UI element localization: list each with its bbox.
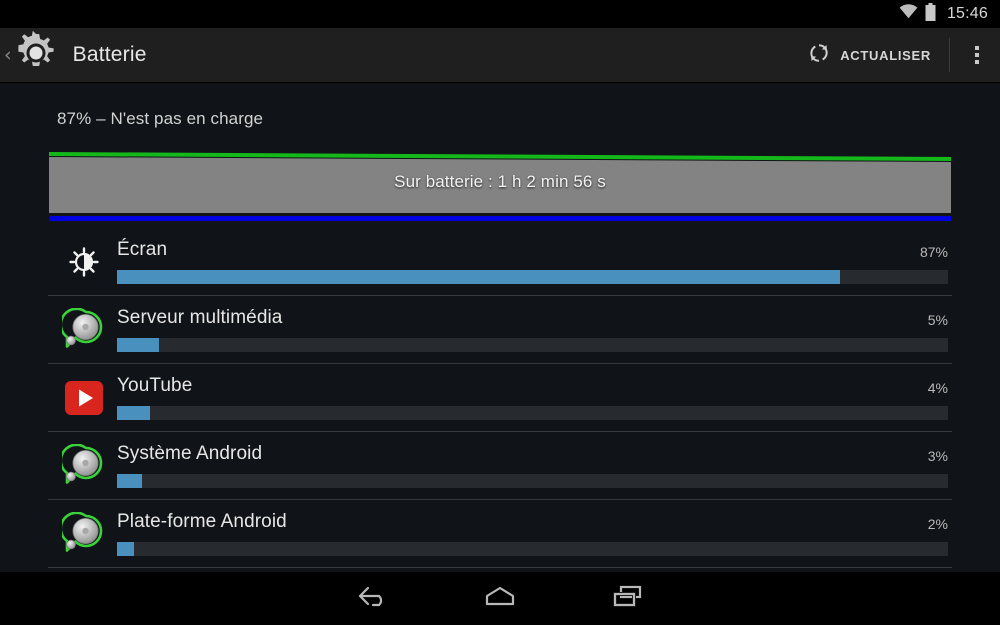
home-nav-icon <box>480 583 520 614</box>
overflow-dot <box>975 46 979 50</box>
battery-content: 87% – N'est pas en charge Sur batterie :… <box>0 84 1000 572</box>
page-title: Batterie <box>72 43 147 66</box>
overflow-menu-button[interactable] <box>954 28 1000 83</box>
youtube-icon <box>60 374 108 422</box>
usage-percent: 3% <box>927 448 948 464</box>
settings-gear-icon <box>13 30 59 81</box>
usage-bar-fill <box>117 542 134 556</box>
usage-bar-fill <box>117 406 151 420</box>
usage-percent: 2% <box>927 516 948 532</box>
home-nav-button[interactable] <box>436 572 564 625</box>
usage-percent: 87% <box>919 244 948 260</box>
usage-bar-fill <box>117 474 142 488</box>
battery-usage-list: Écran 87% Serveur multimédia 5% YouTube … <box>0 228 1000 568</box>
refresh-button[interactable]: ACTUALISER <box>793 28 945 83</box>
list-item[interactable]: Serveur multimédia 5% <box>0 296 1000 364</box>
status-bar: 15:46 <box>0 0 1000 28</box>
brightness-icon <box>60 238 108 286</box>
app-name: Écran <box>117 239 168 260</box>
up-navigation-button[interactable]: ‹ Batterie <box>0 28 147 83</box>
android-system-icon <box>60 442 108 490</box>
usage-bar-fill <box>117 270 840 284</box>
app-name: Système Android <box>117 443 263 464</box>
usage-bar-fill <box>117 338 159 352</box>
refresh-label: ACTUALISER <box>840 47 931 63</box>
battery-icon <box>925 2 936 26</box>
status-bar-clock: 15:46 <box>946 5 988 22</box>
list-item[interactable]: Système Android 3% <box>0 432 1000 500</box>
action-bar: ‹ Batterie ACTUALISER <box>0 28 1000 83</box>
recents-nav-button[interactable] <box>564 572 692 625</box>
list-item[interactable]: Écran 87% <box>0 228 1000 296</box>
app-name: YouTube <box>117 375 193 396</box>
usage-percent: 4% <box>927 380 948 396</box>
usage-bar-track <box>117 474 948 488</box>
refresh-icon <box>807 41 831 70</box>
android-tablet-screen: 15:46 ‹ Batterie ACTUALISER 87% – N'est … <box>0 0 1000 625</box>
app-name: Plate-forme Android <box>117 511 287 532</box>
status-bar-icons: 15:46 <box>899 2 988 26</box>
charge-status-text: 87% – N'est pas en charge <box>57 109 264 128</box>
action-bar-divider <box>949 38 950 72</box>
list-item[interactable]: Plate-forme Android 2% <box>0 500 1000 568</box>
back-chevron-icon: ‹ <box>4 43 12 66</box>
usage-percent: 5% <box>927 312 948 328</box>
navigation-bar <box>0 572 1000 625</box>
overflow-dot <box>975 60 979 64</box>
row-divider <box>48 567 952 568</box>
overflow-dot <box>975 53 979 57</box>
recents-nav-icon <box>608 583 648 614</box>
battery-history-graph[interactable]: Sur batterie : 1 h 2 min 56 s <box>49 150 951 222</box>
android-system-icon <box>60 306 108 354</box>
usage-bar-track <box>117 406 948 420</box>
usage-bar-track <box>117 542 948 556</box>
usage-bar-track <box>117 270 948 284</box>
android-system-icon <box>60 510 108 558</box>
back-nav-icon <box>352 583 392 614</box>
usage-bar-track <box>117 338 948 352</box>
back-nav-button[interactable] <box>308 572 436 625</box>
app-name: Serveur multimédia <box>117 307 283 328</box>
wifi-icon <box>899 4 918 24</box>
list-item[interactable]: YouTube 4% <box>0 364 1000 432</box>
